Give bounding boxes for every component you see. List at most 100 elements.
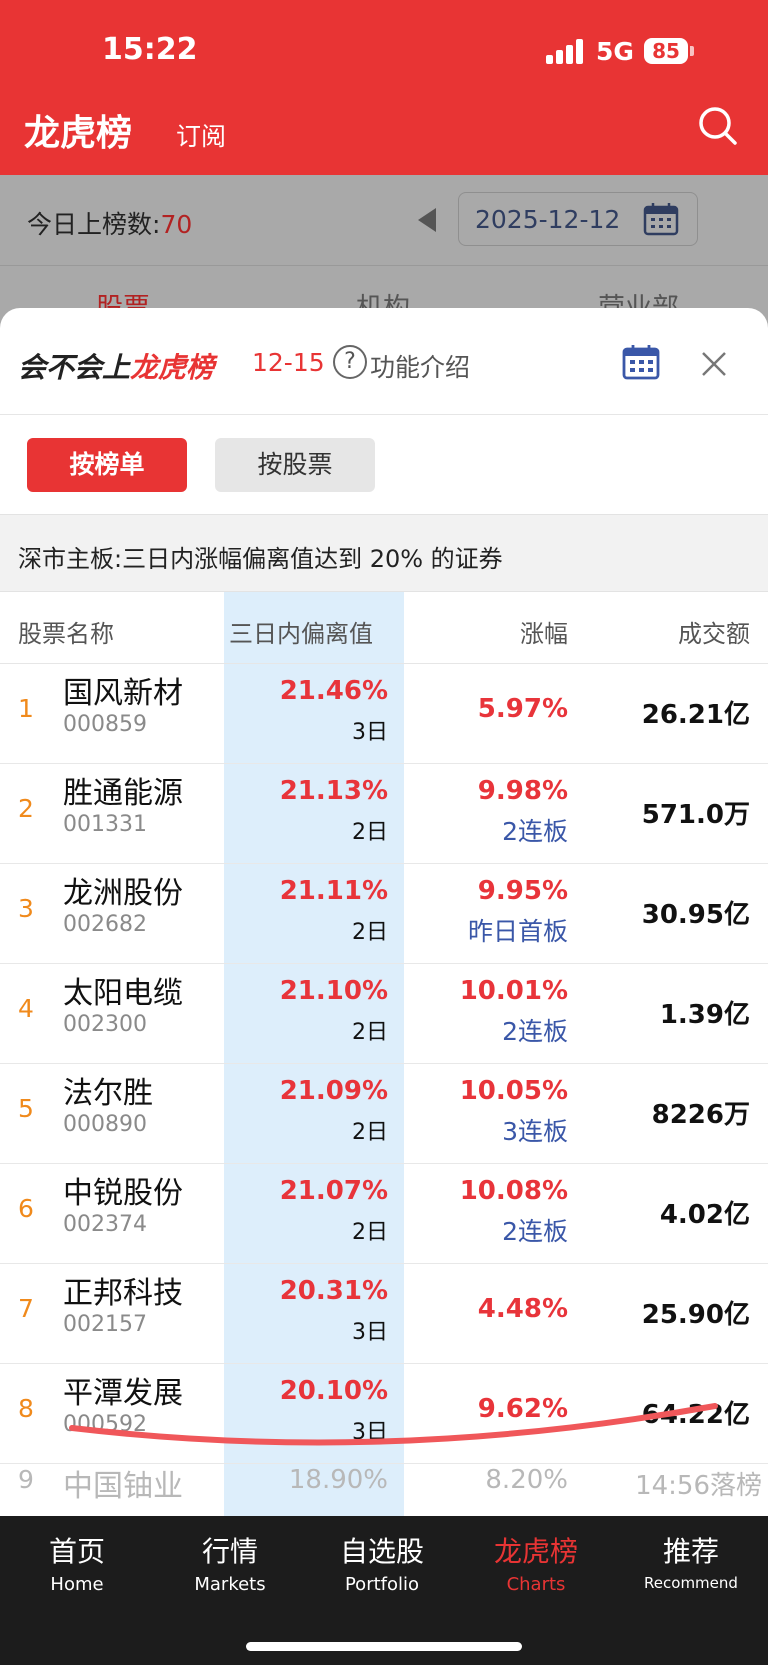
today-label-text: 今日上榜数: xyxy=(27,210,161,239)
row-rank: 8 xyxy=(18,1394,34,1423)
row-volume: 4.02亿 xyxy=(659,1200,750,1230)
table-row[interactable]: 3 龙洲股份 002682 21.11% 2日 9.95% 昨日首板 30.95亿 xyxy=(0,864,768,964)
row-stock-name: 中国铀业 xyxy=(63,1469,183,1504)
bottom-sheet: 会不会上龙虎榜 12-15 ? 功能介绍 按榜单 按股票 深市主板:三日内涨幅偏… xyxy=(0,308,768,1516)
row-rank: 5 xyxy=(18,1094,34,1123)
signal-icon xyxy=(546,38,586,64)
row-days: 2日 xyxy=(352,1020,388,1045)
nav-charts-label: 龙虎榜 xyxy=(493,1535,578,1568)
row-days: 2日 xyxy=(352,820,388,845)
row-stock-name: 国风新材 xyxy=(63,676,183,711)
table-row[interactable]: 8 平潭发展 000592 20.10% 3日 9.62% 64.22亿 xyxy=(0,1364,768,1464)
row-deviation: 21.07% xyxy=(279,1176,388,1206)
nav-charts[interactable]: 龙虎榜 Charts xyxy=(466,1530,606,1595)
row-days: 2日 xyxy=(352,1120,388,1145)
table-row[interactable]: 2 胜通能源 001331 21.13% 2日 9.98% 2连板 571.0万 xyxy=(0,764,768,864)
row-deviation: 18.90% xyxy=(288,1465,388,1495)
row-stock-name: 平潭发展 xyxy=(63,1376,183,1411)
row-stock-code: 000859 xyxy=(63,712,147,737)
calendar-icon[interactable] xyxy=(622,344,660,380)
app-header: 15:22 5G 85 龙虎榜 订阅 xyxy=(0,0,768,175)
column-header-change[interactable]: 涨幅 xyxy=(520,614,568,649)
battery-tip xyxy=(690,46,694,56)
row-deviation: 21.13% xyxy=(279,776,388,806)
row-stock-code: 000890 xyxy=(63,1112,147,1137)
row-rank: 2 xyxy=(18,794,34,823)
row-days: 3日 xyxy=(352,1420,388,1445)
row-stock-code: 002300 xyxy=(63,1012,147,1037)
row-volume: 8226万 xyxy=(651,1100,750,1130)
row-stock-name: 正邦科技 xyxy=(63,1276,183,1311)
help-label[interactable]: 功能介绍 xyxy=(370,348,470,384)
nav-home-sublabel: Home xyxy=(50,1574,104,1595)
row-rank: 3 xyxy=(18,894,34,923)
row-stock-code: 000592 xyxy=(63,1412,147,1437)
row-change: 10.05% xyxy=(459,1076,568,1106)
nav-charts-sublabel: Charts xyxy=(506,1574,566,1595)
row-volume: 25.90亿 xyxy=(641,1300,750,1330)
battery-icon: 85 xyxy=(644,38,688,64)
network-label: 5G xyxy=(596,37,634,66)
nav-recommend[interactable]: 推荐 Recommend xyxy=(621,1530,761,1592)
home-indicator xyxy=(246,1642,522,1651)
row-volume: 571.0万 xyxy=(641,800,750,830)
table-row[interactable]: 7 正邦科技 002157 20.31% 3日 4.48% 25.90亿 xyxy=(0,1264,768,1364)
criteria-text: 深市主板:三日内涨幅偏离值达到 20% 的证券 xyxy=(18,545,503,573)
prev-date-icon[interactable] xyxy=(418,208,436,232)
row-stock-name: 龙洲股份 xyxy=(63,876,183,911)
row-change: 9.62% xyxy=(477,1394,568,1424)
table-row-faded[interactable]: 9 中国铀业 18.90% 8.20% 14:56落榜 xyxy=(0,1451,768,1516)
row-days: 3日 xyxy=(352,1320,388,1345)
row-change: 10.08% xyxy=(459,1176,568,1206)
row-stock-code: 002682 xyxy=(63,912,147,937)
row-limit-tag: 2连板 xyxy=(502,1217,568,1246)
search-icon[interactable] xyxy=(698,106,738,146)
close-icon[interactable] xyxy=(700,350,728,378)
row-stock-code: 001331 xyxy=(63,812,147,837)
column-header-deviation[interactable]: 三日内偏离值 xyxy=(229,614,373,649)
row-change: 10.01% xyxy=(459,976,568,1006)
by-list-button[interactable]: 按榜单 xyxy=(27,438,187,492)
nav-recommend-sublabel: Recommend xyxy=(644,1574,738,1592)
nav-recommend-label: 推荐 xyxy=(662,1535,719,1568)
help-icon[interactable]: ? xyxy=(333,345,367,379)
row-limit-tag: 2连板 xyxy=(502,817,568,846)
row-stock-code: 002157 xyxy=(63,1312,147,1337)
row-stock-name: 法尔胜 xyxy=(63,1076,153,1111)
row-change: 5.97% xyxy=(477,694,568,724)
nav-markets[interactable]: 行情 Markets xyxy=(160,1530,300,1595)
by-stock-button[interactable]: 按股票 xyxy=(215,438,375,492)
row-stock-name: 胜通能源 xyxy=(63,776,183,811)
row-rank: 1 xyxy=(18,694,34,723)
row-rank: 9 xyxy=(18,1465,34,1494)
row-volume: 64.22亿 xyxy=(641,1400,750,1430)
row-volume: 1.39亿 xyxy=(659,1000,750,1030)
row-stock-code: 002374 xyxy=(63,1212,147,1237)
row-rank: 6 xyxy=(18,1194,34,1223)
row-limit-tag: 2连板 xyxy=(502,1017,568,1046)
row-rank: 4 xyxy=(18,994,34,1023)
row-deviation: 20.31% xyxy=(279,1276,388,1306)
row-deviation: 21.11% xyxy=(279,876,388,906)
table-row[interactable]: 5 法尔胜 000890 21.09% 2日 10.05% 3连板 8226万 xyxy=(0,1064,768,1164)
table-row[interactable]: 1 国风新材 000859 21.46% 3日 5.97% 26.21亿 xyxy=(0,664,768,764)
row-deviation: 21.09% xyxy=(279,1076,388,1106)
page-title: 龙虎榜 xyxy=(24,113,133,154)
column-header-volume[interactable]: 成交额 xyxy=(678,614,750,649)
nav-portfolio[interactable]: 自选股 Portfolio xyxy=(312,1530,452,1595)
date-value: 2025-12-12 xyxy=(475,205,621,234)
row-change: 9.95% xyxy=(477,876,568,906)
table-row[interactable]: 6 中锐股份 002374 21.07% 2日 10.08% 2连板 4.02亿 xyxy=(0,1164,768,1264)
row-days: 3日 xyxy=(352,720,388,745)
nav-portfolio-sublabel: Portfolio xyxy=(344,1574,420,1595)
table-row[interactable]: 4 太阳电缆 002300 21.10% 2日 10.01% 2连板 1.39亿 xyxy=(0,964,768,1064)
row-change: 8.20% xyxy=(485,1465,568,1495)
date-picker[interactable]: 2025-12-12 xyxy=(458,192,698,246)
row-stock-name: 中锐股份 xyxy=(63,1176,183,1211)
row-limit-tag: 3连板 xyxy=(502,1117,568,1146)
nav-home[interactable]: 首页 Home xyxy=(7,1530,147,1595)
row-limit-tag: 昨日首板 xyxy=(467,917,568,946)
subscribe-link[interactable]: 订阅 xyxy=(176,117,226,153)
criteria-bar: 深市主板:三日内涨幅偏离值达到 20% 的证券 xyxy=(0,514,768,592)
row-rank: 7 xyxy=(18,1294,34,1323)
